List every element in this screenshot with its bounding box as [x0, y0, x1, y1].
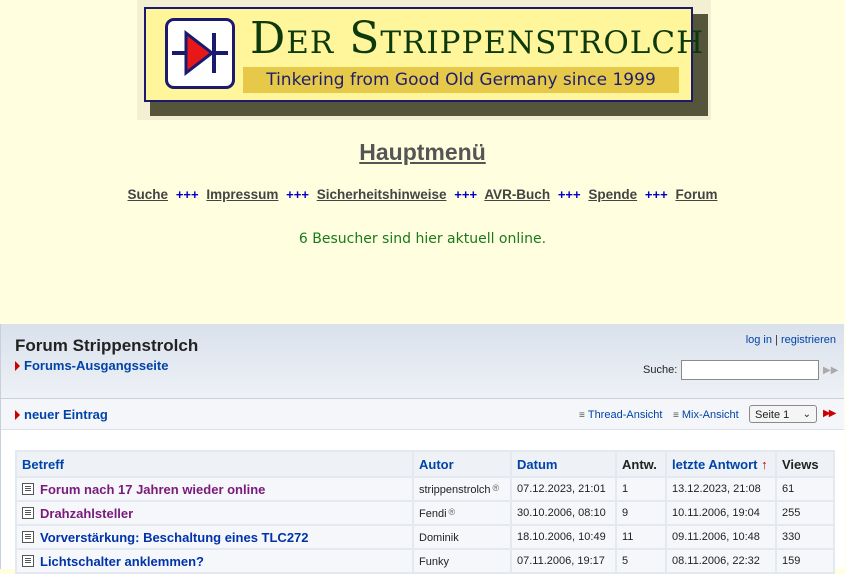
thread-icon: [22, 506, 34, 519]
thread-link[interactable]: Drahzahlsteller: [40, 506, 133, 521]
thread-link[interactable]: Lichtschalter anklemmen?: [40, 554, 204, 569]
header-antw: Antw.: [617, 452, 665, 476]
visitor-count: 6 Besucher sind hier aktuell online.: [298, 231, 547, 247]
author-name[interactable]: Fendi: [419, 508, 447, 520]
banner-subtitle: Tinkering from Good Old Germany since 19…: [243, 67, 679, 93]
thread-icon: [22, 482, 34, 495]
mix-view-link[interactable]: ≡ Mix-Ansicht: [673, 409, 739, 421]
row-last-reply: 10.11.2006, 19:04: [667, 502, 775, 524]
search-input[interactable]: [681, 360, 819, 380]
nav-separator: +++: [557, 187, 581, 202]
row-date: 18.10.2006, 10:49: [512, 526, 615, 548]
new-entry-label[interactable]: neuer Eintrag: [24, 407, 108, 422]
chevron-down-icon: ⌄: [802, 409, 811, 420]
sort-arrow-icon: ↑: [761, 456, 768, 472]
nav-separator: +++: [454, 187, 478, 202]
row-views: 255: [777, 502, 833, 524]
author-name[interactable]: Dominik: [419, 532, 459, 544]
diode-logo-icon: [165, 18, 235, 89]
nav-link-suche[interactable]: Suche: [128, 187, 169, 202]
top-navigation: Suche +++ Impressum +++ Sicherheitshinwe…: [0, 187, 845, 202]
table-row[interactable]: Drahzahlsteller Fendi ® 30.10.2006, 08:10…: [17, 502, 833, 524]
main-menu-heading[interactable]: Hauptmenü: [0, 139, 845, 166]
arrow-right-icon: [15, 410, 20, 420]
row-last-reply: 09.11.2006, 10:48: [667, 526, 775, 548]
registered-icon: ®: [492, 482, 500, 493]
login-link[interactable]: log in: [746, 334, 772, 346]
thread-table: Betreff Autor Datum Antw. letzte Antwort…: [15, 450, 835, 574]
nav-link-impressum[interactable]: Impressum: [206, 187, 278, 202]
row-author: Dominik: [414, 526, 510, 548]
row-replies: 1: [617, 478, 665, 500]
registered-icon: ®: [448, 506, 456, 517]
forum-title: Forum Strippenstrolch: [15, 336, 199, 355]
row-date: 30.10.2006, 08:10: [512, 502, 615, 524]
nav-link-forum[interactable]: Forum: [675, 187, 717, 202]
row-views: 61: [777, 478, 833, 500]
forum-home-label[interactable]: Forums-Ausgangsseite: [24, 358, 168, 373]
forum-home-link[interactable]: Forums-Ausgangsseite: [15, 358, 168, 373]
register-link[interactable]: registrieren: [781, 334, 836, 346]
diode-symbol-icon: [172, 29, 228, 77]
login-separator: |: [775, 334, 778, 346]
arrow-right-icon: [15, 361, 20, 371]
next-page-icon[interactable]: ▶▶: [823, 408, 836, 419]
nav-separator: +++: [286, 187, 309, 202]
banner-title: Der Strippenstrolch: [250, 13, 705, 64]
forum-toolbar: neuer Eintrag ≡ Thread-Ansicht ≡ Mix-Ansic…: [1, 399, 844, 430]
new-entry-button[interactable]: neuer Eintrag: [15, 407, 108, 422]
forum-panel: Forum Strippenstrolch Forums-Ausgangssei…: [0, 324, 844, 574]
header-datum[interactable]: Datum: [512, 452, 615, 476]
header-betreff[interactable]: Betreff: [17, 452, 412, 476]
mix-view-icon: ≡: [673, 410, 679, 421]
thread-view-icon: ≡: [579, 410, 585, 421]
thread-link[interactable]: Vorverstärkung: Beschaltung eines TLC272: [40, 530, 309, 545]
author-name[interactable]: Funky: [419, 556, 449, 568]
row-subject[interactable]: Vorverstärkung: Beschaltung eines TLC272: [17, 526, 412, 548]
thread-view-label[interactable]: Thread-Ansicht: [588, 409, 663, 421]
header-letzte-antwort-label[interactable]: letzte Antwort: [672, 457, 757, 472]
header-autor[interactable]: Autor: [414, 452, 510, 476]
table-header-row: Betreff Autor Datum Antw. letzte Antwort…: [17, 452, 833, 476]
row-date: 07.12.2023, 21:01: [512, 478, 615, 500]
page-select-value: Seite 1: [755, 409, 790, 421]
row-author: strippenstrolch ®: [414, 478, 510, 500]
search-label: Suche:: [643, 364, 678, 376]
thread-link[interactable]: Forum nach 17 Jahren wieder online: [40, 482, 265, 497]
nav-link-spende[interactable]: Spende: [588, 187, 637, 202]
table-row[interactable]: Forum nach 17 Jahren wieder online strip…: [17, 478, 833, 500]
row-replies: 9: [617, 502, 665, 524]
row-last-reply: 13.12.2023, 21:08: [667, 478, 775, 500]
nav-link-avr-buch[interactable]: AVR-Buch: [484, 187, 550, 202]
row-views: 330: [777, 526, 833, 548]
thread-view-link[interactable]: ≡ Thread-Ansicht: [579, 409, 662, 421]
nav-separator: +++: [644, 187, 668, 202]
row-subject[interactable]: Forum nach 17 Jahren wieder online: [17, 478, 412, 500]
author-name[interactable]: strippenstrolch: [419, 484, 491, 496]
row-replies: 11: [617, 526, 665, 548]
nav-link-sicherheitshinweise[interactable]: Sicherheitshinweise: [317, 187, 447, 202]
mix-view-label[interactable]: Mix-Ansicht: [682, 409, 739, 421]
thread-icon: [22, 554, 34, 567]
table-row[interactable]: Vorverstärkung: Beschaltung eines TLC272…: [17, 526, 833, 548]
forum-header: Forum Strippenstrolch Forums-Ausgangssei…: [1, 324, 844, 399]
row-author: Fendi ®: [414, 502, 510, 524]
search-submit-icon[interactable]: ▶▶: [823, 365, 838, 376]
header-letzte-antwort[interactable]: letzte Antwort ↑: [667, 452, 775, 476]
login-links: log in | registrieren: [746, 334, 836, 346]
page-select[interactable]: Seite 1 ⌄: [749, 405, 817, 423]
header-views: Views: [777, 452, 833, 476]
row-subject[interactable]: Drahzahlsteller: [17, 502, 412, 524]
nav-separator: +++: [175, 187, 199, 202]
site-logo-banner: Der Strippenstrolch Tinkering from Good …: [144, 7, 703, 102]
thread-icon: [22, 530, 34, 543]
